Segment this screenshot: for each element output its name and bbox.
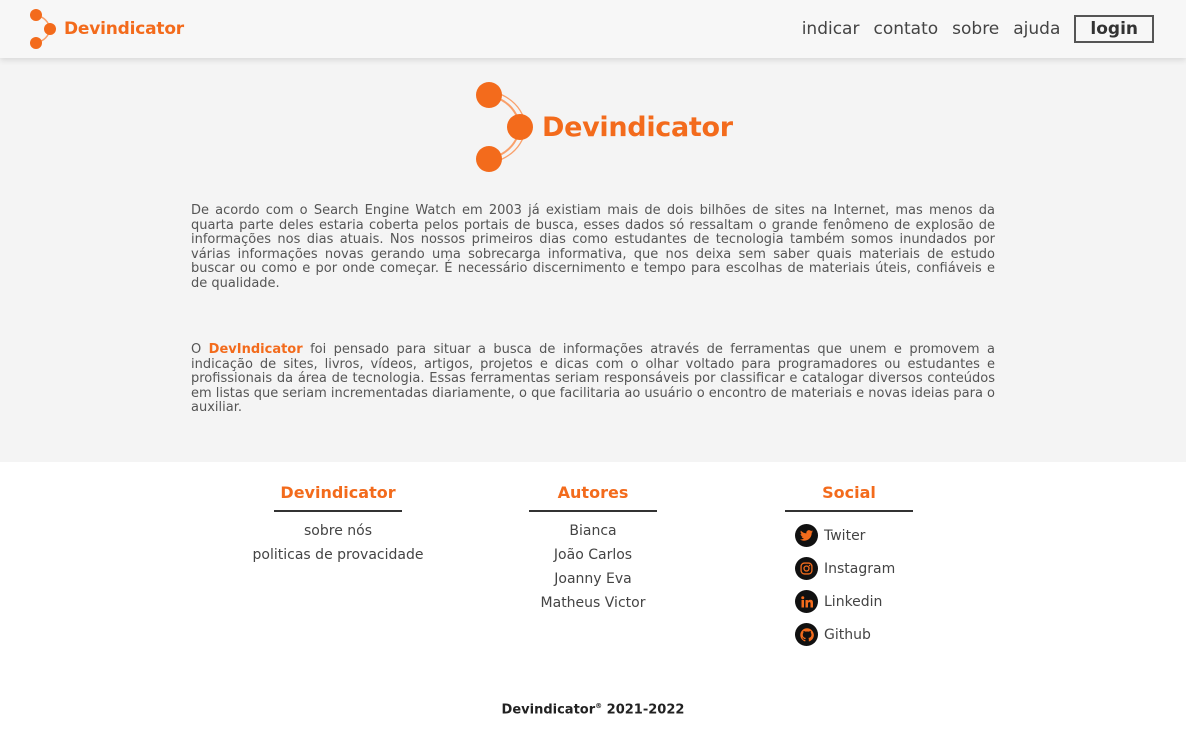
copyright-brand: Devindicator <box>501 702 596 718</box>
footer-link-sobre-nos[interactable]: sobre nós <box>238 519 438 543</box>
copyright: Devindicator® 2021-2022 <box>0 702 1186 717</box>
footer-link-politicas[interactable]: politicas de provacidade <box>238 543 438 567</box>
author-bianca[interactable]: Bianca <box>493 519 693 543</box>
login-button[interactable]: login <box>1074 15 1154 43</box>
footer-title-social: Social <box>785 483 913 512</box>
footer-column-devindicator: Devindicator sobre nós politicas de prov… <box>238 483 438 567</box>
author-joanny-eva[interactable]: Joanny Eva <box>493 567 693 591</box>
nav-ajuda[interactable]: ajuda <box>1013 19 1060 39</box>
social-instagram-label: Instagram <box>824 560 896 577</box>
twitter-icon <box>795 524 818 547</box>
nav-sobre[interactable]: sobre <box>952 19 999 39</box>
social-github-label: Github <box>824 626 871 643</box>
footer-title-devindicator: Devindicator <box>274 483 402 512</box>
about-paragraph: O DevIndicator foi pensado para situar a… <box>191 342 995 416</box>
instagram-icon <box>795 557 818 580</box>
social-github[interactable]: Github <box>795 618 913 651</box>
linkedin-icon <box>795 590 818 613</box>
copyright-mark: ® <box>595 702 603 710</box>
social-list: Twiter Instagram Linkedin Github <box>785 519 913 651</box>
brand-name: Devindicator <box>64 19 184 39</box>
nav-contato[interactable]: contato <box>873 19 938 39</box>
main-nav: indicar contato sobre ajuda login <box>788 15 1154 43</box>
social-linkedin-label: Linkedin <box>824 593 883 610</box>
hero-logo-text: Devindicator <box>542 111 733 143</box>
hero-section: Devindicator De acordo com o Search Engi… <box>0 58 1186 462</box>
author-matheus-victor[interactable]: Matheus Victor <box>493 591 693 615</box>
footer-column-autores: Autores Bianca João Carlos Joanny Eva Ma… <box>493 483 693 615</box>
author-joao-carlos[interactable]: João Carlos <box>493 543 693 567</box>
about-highlight: DevIndicator <box>208 342 303 357</box>
footer-title-autores: Autores <box>529 483 657 512</box>
social-linkedin[interactable]: Linkedin <box>795 585 913 618</box>
social-instagram[interactable]: Instagram <box>795 552 913 585</box>
brand-link[interactable]: Devindicator <box>28 7 184 51</box>
footer-column-social: Social Twiter Instagram Linkedin Github <box>785 483 913 651</box>
hero-logo-icon <box>476 82 533 172</box>
intro-paragraph: De acordo com o Search Engine Watch em 2… <box>191 203 995 291</box>
top-navbar: Devindicator indicar contato sobre ajuda… <box>0 0 1186 58</box>
social-twitter[interactable]: Twiter <box>795 519 913 552</box>
hero-logo: Devindicator <box>474 80 733 174</box>
github-icon <box>795 623 818 646</box>
brand-logo-icon <box>30 9 56 49</box>
nav-indicar[interactable]: indicar <box>802 19 860 39</box>
about-rest: foi pensado para situar a busca de infor… <box>191 342 995 416</box>
about-prefix: O <box>191 342 202 357</box>
copyright-years: 2021-2022 <box>606 702 685 718</box>
social-twitter-label: Twiter <box>824 527 866 544</box>
